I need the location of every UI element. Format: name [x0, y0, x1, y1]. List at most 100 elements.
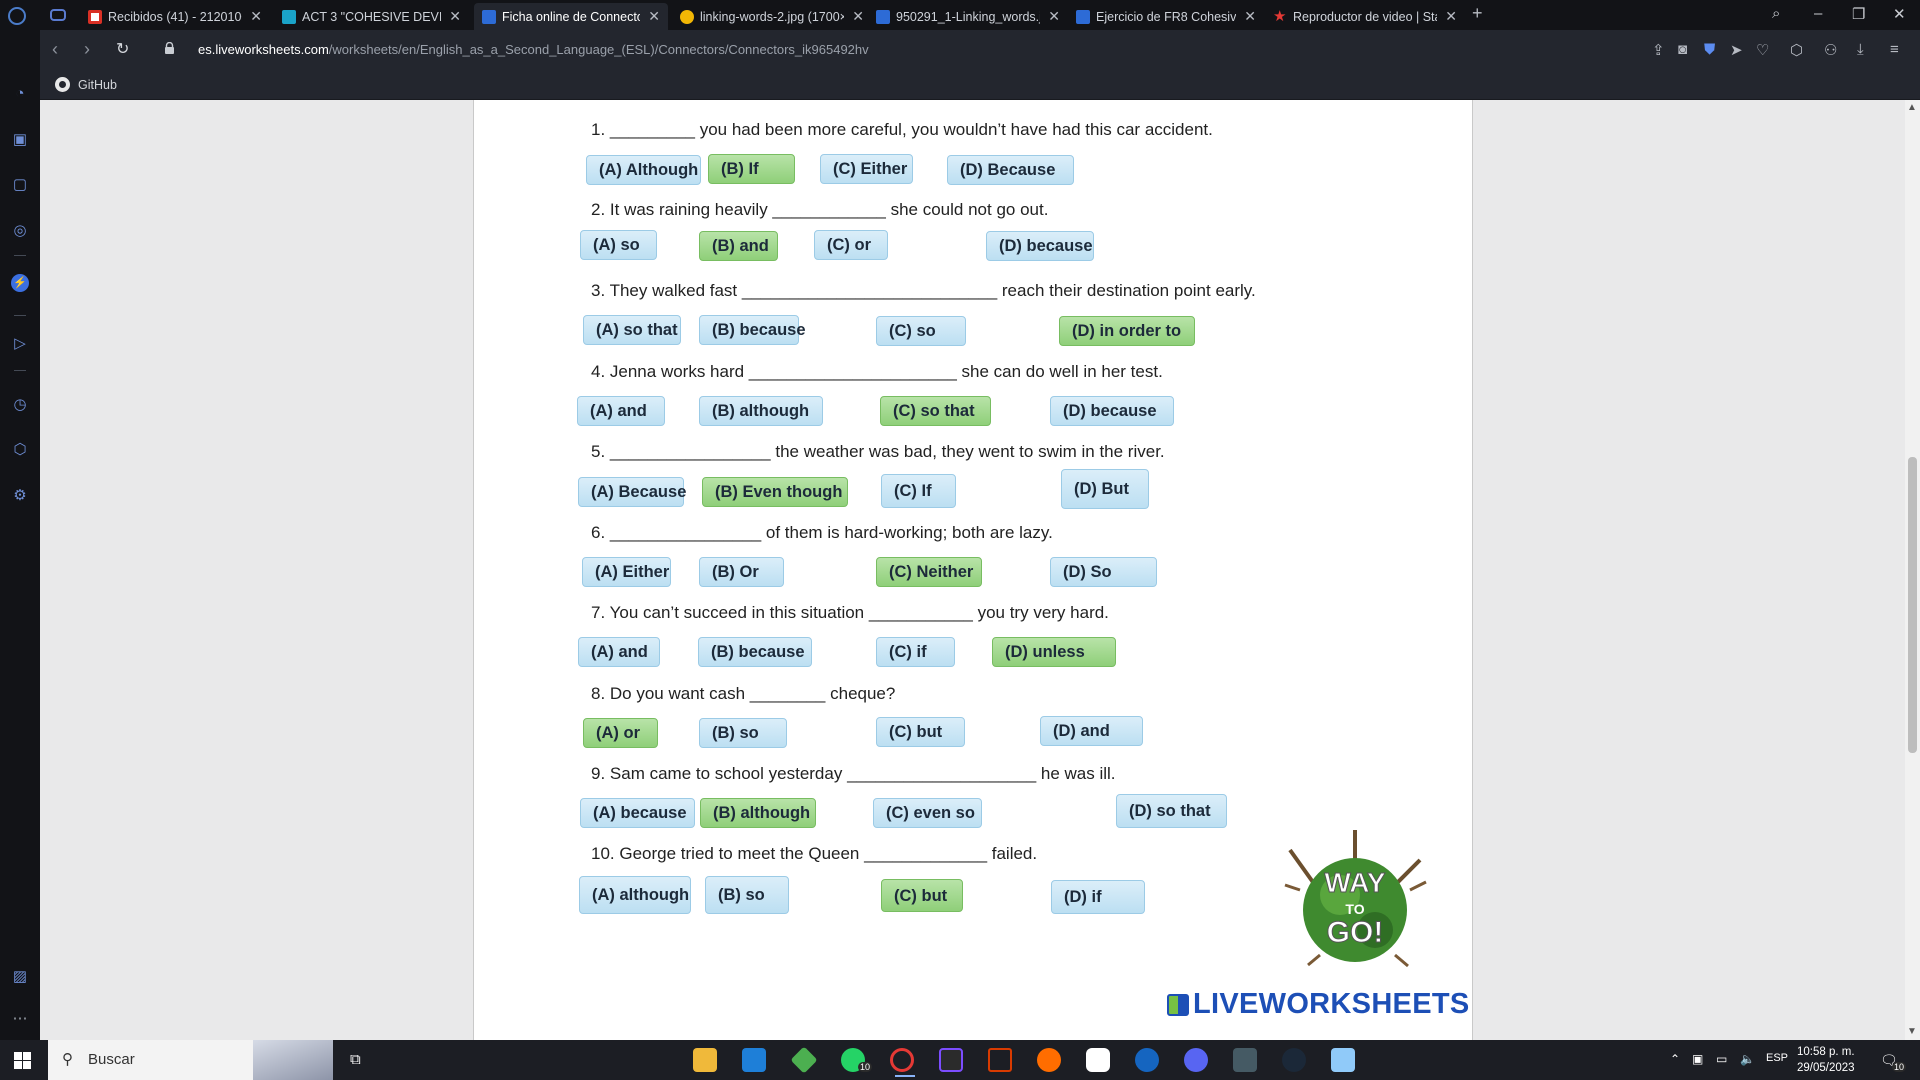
upwork-icon[interactable]: [790, 1046, 818, 1074]
close-tab-icon[interactable]: ✕: [1048, 8, 1060, 25]
scroll-thumb[interactable]: [1908, 457, 1917, 753]
q9-option-c[interactable]: (C) even so: [873, 798, 982, 828]
messenger-icon[interactable]: ⚡: [11, 274, 29, 292]
q3-option-d[interactable]: (D) in order to: [1059, 316, 1195, 346]
task-view-icon[interactable]: ⧉: [350, 1051, 361, 1068]
q7-option-a[interactable]: (A) and: [578, 637, 660, 667]
q5-option-d[interactable]: (D) But: [1061, 469, 1149, 509]
q9-option-d[interactable]: (D) so that: [1116, 794, 1227, 828]
network-icon[interactable]: ▭: [1716, 1052, 1727, 1066]
audio-app-icon[interactable]: [939, 1048, 963, 1072]
q10-option-b[interactable]: (B) so: [705, 876, 789, 914]
tab-video-player[interactable]: ★ Reproductor de video | Star ✕: [1265, 3, 1465, 30]
slack-icon[interactable]: [1086, 1048, 1110, 1072]
reload-icon[interactable]: ↻: [116, 39, 129, 59]
q6-option-d[interactable]: (D) So: [1050, 557, 1157, 587]
history-icon[interactable]: ◷: [11, 396, 29, 414]
q4-option-b[interactable]: (B) although: [699, 396, 823, 426]
q1-option-c[interactable]: (C) Either: [820, 154, 913, 184]
q10-option-c[interactable]: (C) but: [881, 879, 963, 912]
close-tab-icon[interactable]: ✕: [250, 8, 262, 25]
q2-option-c[interactable]: (C) or: [814, 230, 888, 260]
q4-option-d[interactable]: (D) because: [1050, 396, 1174, 426]
heart-icon[interactable]: ♡: [1756, 41, 1769, 59]
close-tab-icon[interactable]: ✕: [449, 8, 461, 25]
draw-app-icon[interactable]: [1037, 1048, 1061, 1072]
q1-option-d[interactable]: (D) Because: [947, 155, 1074, 185]
microsoft-store-icon[interactable]: [742, 1048, 766, 1072]
notes-app-icon[interactable]: [1331, 1048, 1355, 1072]
profile-icon[interactable]: ⚇: [1824, 41, 1837, 59]
q9-option-a[interactable]: (A) because: [580, 798, 695, 828]
easy-setup-icon[interactable]: ≡: [1890, 41, 1899, 58]
opera-menu-icon[interactable]: [8, 7, 26, 25]
calculator-icon[interactable]: [1233, 1048, 1257, 1072]
opera-icon[interactable]: [890, 1048, 915, 1077]
taskbar-clock[interactable]: 10:58 p. m. 29/05/2023: [1797, 1044, 1855, 1076]
share-icon[interactable]: ⇪: [1652, 41, 1665, 59]
gallery-icon[interactable]: ▨: [11, 968, 29, 986]
restore-icon[interactable]: ❐: [1852, 5, 1865, 23]
more-icon[interactable]: ⋯: [11, 1010, 29, 1028]
q6-option-b[interactable]: (B) Or: [699, 557, 784, 587]
taskbar-search[interactable]: ⚲ Buscar: [48, 1040, 333, 1080]
new-tab-button[interactable]: +: [1472, 3, 1483, 24]
tab-linking-words-image[interactable]: 950291_1-Linking_words.jpg ✕: [868, 3, 1068, 30]
close-tab-icon[interactable]: ✕: [1445, 8, 1457, 25]
meet-now-icon[interactable]: ▣: [1692, 1052, 1703, 1066]
q7-option-c[interactable]: (C) if: [876, 637, 955, 667]
app-store-icon[interactable]: [1135, 1048, 1159, 1072]
q5-option-b[interactable]: (B) Even though: [702, 477, 848, 507]
q2-option-d[interactable]: (D) because: [986, 231, 1094, 261]
scroll-down-arrow-icon[interactable]: ▼: [1907, 1026, 1917, 1037]
extensions-cube-icon[interactable]: ⬡: [11, 441, 29, 459]
volume-icon[interactable]: 🔈: [1740, 1052, 1755, 1066]
q2-option-a[interactable]: (A) so: [580, 230, 657, 260]
language-indicator[interactable]: ESP: [1766, 1052, 1788, 1064]
back-icon[interactable]: ‹: [52, 39, 58, 60]
q10-option-d[interactable]: (D) if: [1051, 880, 1145, 914]
q3-option-a[interactable]: (A) so that: [583, 315, 681, 345]
q6-option-a[interactable]: (A) Either: [582, 557, 671, 587]
forward-icon[interactable]: ›: [84, 39, 90, 60]
tab-search-icon[interactable]: ⌕: [1772, 5, 1780, 22]
extensions-icon[interactable]: ⬡: [1790, 41, 1803, 59]
q3-option-c[interactable]: (C) so: [876, 316, 966, 346]
twitch-icon[interactable]: ▢: [11, 176, 29, 194]
steam-icon[interactable]: [1282, 1048, 1306, 1072]
close-tab-icon[interactable]: ✕: [648, 8, 660, 25]
tray-expand-icon[interactable]: ⌃: [1670, 1052, 1680, 1066]
q1-option-b[interactable]: (B) If: [708, 154, 795, 184]
instagram-icon[interactable]: ◎: [11, 222, 29, 240]
download-icon[interactable]: ⤓: [1857, 41, 1864, 58]
vpn-shield-icon[interactable]: ⛊: [1704, 41, 1715, 58]
snapshot-camera-icon[interactable]: ◙: [1678, 41, 1687, 58]
q2-option-b[interactable]: (B) and: [699, 231, 778, 261]
player-icon[interactable]: ▷: [11, 335, 29, 353]
q8-option-a[interactable]: (A) or: [583, 718, 658, 748]
minimize-icon[interactable]: –: [1814, 5, 1822, 22]
close-tab-icon[interactable]: ✕: [1244, 8, 1256, 25]
tab-fr8-cohesive[interactable]: Ejercicio de FR8 Cohesive d ✕: [1068, 3, 1264, 30]
scroll-up-arrow-icon[interactable]: ▲: [1907, 102, 1917, 113]
windows-start-icon[interactable]: [14, 1052, 31, 1069]
q4-option-c[interactable]: (C) so that: [880, 396, 991, 426]
q9-option-b[interactable]: (B) although: [700, 798, 816, 828]
page-scrollbar[interactable]: ▲ ▼: [1905, 100, 1920, 1040]
close-window-icon[interactable]: ✕: [1893, 5, 1906, 23]
q3-option-b[interactable]: (B) because: [699, 315, 806, 345]
q7-option-b[interactable]: (B) because: [698, 637, 812, 667]
workspaces-icon[interactable]: [50, 9, 66, 21]
q10-option-a[interactable]: (A) although: [579, 876, 691, 914]
q1-option-a[interactable]: (A) Although: [586, 155, 701, 185]
q8-option-c[interactable]: (C) but: [876, 717, 965, 747]
bookmark-github[interactable]: GitHub: [55, 77, 117, 92]
close-tab-icon[interactable]: ✕: [852, 8, 864, 25]
tab-linking-words-jpg[interactable]: linking-words-2.jpg (1700× ✕: [672, 3, 872, 30]
q5-option-c[interactable]: (C) If: [881, 474, 956, 508]
tab-cohesive-devices[interactable]: ACT 3 "COHESIVE DEVICES ✕: [274, 3, 469, 30]
liveworksheets-brand[interactable]: LIVEWORKSHEETS: [1167, 988, 1470, 1021]
settings-gear-icon[interactable]: ⚙: [11, 487, 29, 505]
tab-gmail[interactable]: Recibidos (41) - 212010043 ✕: [80, 3, 270, 30]
url-field[interactable]: es.liveworksheets.com/worksheets/en/Engl…: [198, 42, 869, 57]
